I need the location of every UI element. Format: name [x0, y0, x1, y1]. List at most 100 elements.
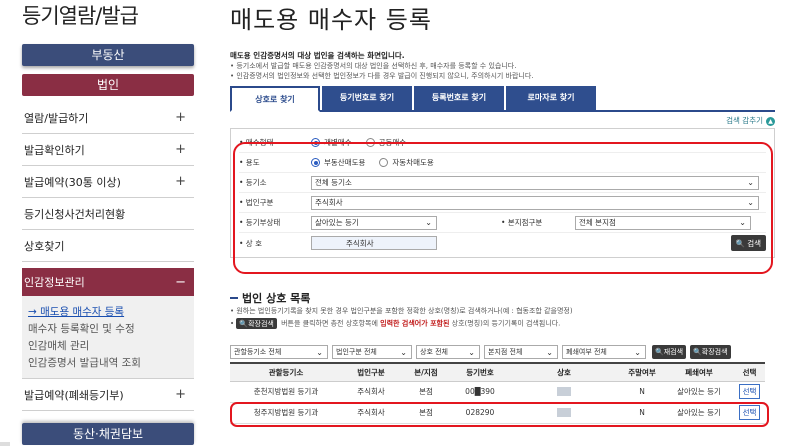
cell-weekend: N — [620, 402, 664, 424]
sidebar-item-view-issue[interactable]: 열람/발급하기 + — [22, 102, 194, 134]
sidebar-item-label: 발급예약(30통 이상) — [24, 175, 121, 189]
select-value: 본지점 전체 — [488, 348, 523, 356]
trade-name-input[interactable]: 주식회사 — [311, 236, 437, 250]
section-title: 등기열람/발급 — [22, 4, 139, 28]
search-icon: 🔍 — [239, 319, 249, 328]
column-header: 등기번호 — [452, 362, 508, 382]
radio-empty-icon — [379, 158, 389, 167]
radio-vehicle[interactable]: 자동차매도용 — [379, 157, 434, 168]
radio-empty-icon — [365, 138, 375, 147]
radio-label: 자동차매도용 — [392, 158, 434, 167]
filter-trade-name[interactable]: 상호 전체 ⌄ — [416, 345, 480, 359]
sidebar-item-issue-check[interactable]: 발급확인하기 + — [22, 134, 194, 166]
chevron-down-icon: ⌄ — [747, 198, 754, 207]
sidebar-menu: 열람/발급하기 + 발급확인하기 + 발급예약(30통 이상) + 등기신청사건처리현… — [22, 102, 194, 411]
sidebar-item-seal-info[interactable]: 인감정보관리 − — [22, 268, 194, 296]
submenu-item-issue-history[interactable]: 인감증명서 발급내역 조회 — [28, 355, 188, 372]
tab-trade-name[interactable]: 상호로 찾기 — [230, 86, 320, 112]
registry-status-select[interactable]: 살아있는 등기 ⌄ — [311, 215, 437, 230]
search-toggle-label: 검색 감추기 — [726, 116, 763, 125]
sidebar-item-issue-reservation[interactable]: 발급예약(30통 이상) + — [22, 166, 194, 198]
intro-title: 매도용 인감증명서의 대상 법인을 검색하는 화면입니다. — [230, 51, 405, 60]
radio-individual[interactable]: 개별매수 — [311, 137, 352, 148]
corp-type-select[interactable]: 주식회사 ⌄ — [311, 195, 759, 210]
cell-corp-type: 주식회사 — [342, 402, 400, 424]
tab-roman[interactable]: 로마자로 찾기 — [506, 86, 596, 110]
select-value: 주식회사 — [315, 198, 343, 207]
expand-button-label: 확장검색 — [248, 319, 274, 328]
column-header: 관할등기소 — [230, 362, 342, 382]
section-bar-icon — [230, 297, 238, 299]
redacted-block — [557, 408, 571, 418]
column-header: 법인구분 — [342, 362, 400, 382]
plus-icon: + — [175, 387, 186, 402]
filter-closed[interactable]: 폐쇄여부 전체 ⌄ — [562, 345, 646, 359]
registry-office-select[interactable]: 전체 등기소 ⌄ — [311, 175, 759, 190]
sidebar-button-real-estate[interactable]: 부동산 — [22, 44, 194, 66]
submenu-item-buyer-check[interactable]: 매수자 등록확인 및 수정 — [28, 321, 188, 338]
search-toggle[interactable]: 검색 감추기 ▲ — [230, 115, 775, 126]
search-button[interactable]: 🔍 검색 — [730, 235, 766, 251]
column-header: 폐쇄여부 — [664, 362, 734, 382]
cell-select: 선택 — [734, 381, 765, 403]
sidebar-button-corporation[interactable]: 법인 — [22, 74, 194, 96]
submenu-item-seal-media[interactable]: 인감매체 관리 — [28, 338, 188, 355]
cell-status: 살아있는 등기 — [664, 402, 734, 424]
plus-icon: + — [175, 110, 186, 125]
sidebar-item-closed-reservation[interactable]: 발급예약(폐쇄등기부) + — [22, 379, 194, 411]
expand-search-button[interactable]: 🔍 확장검색 — [690, 345, 731, 359]
radio-label: 공동매수 — [378, 138, 407, 147]
expand-search-button-label: 확장검색 — [701, 348, 728, 356]
select-value: 상호 전체 — [420, 348, 448, 356]
chevron-down-icon: ⌄ — [316, 347, 323, 357]
select-value: 전체 본지점 — [579, 218, 616, 227]
radio-selected-icon — [311, 158, 320, 167]
filter-branch[interactable]: 본지점 전체 ⌄ — [484, 345, 558, 359]
table-row: 청주지방법원 등기과 주식회사 본점 028290 N 살아있는 등기 선택 — [230, 402, 765, 424]
cell-office: 춘천지방법원 등기과 — [230, 381, 342, 403]
expand-search-inline-button[interactable]: 🔍 확장검색 — [236, 318, 277, 329]
chevron-down-icon: ⌄ — [425, 218, 432, 227]
sidebar-item-label: 발급확인하기 — [24, 143, 85, 157]
filter-corp-type[interactable]: 법인구분 전체 ⌄ — [332, 345, 412, 359]
cell-branch: 본점 — [400, 381, 452, 403]
chevron-down-icon: ⌄ — [468, 347, 475, 357]
main-content: 매도용 인감증명서의 대상 법인을 검색하는 화면입니다. • 등기소에서 발급… — [230, 50, 775, 258]
column-header: 본/지점 — [400, 362, 452, 382]
tab-registry-number[interactable]: 등기번호로 찾기 — [322, 86, 412, 110]
results-note-1: • 원하는 법인등기기록을 찾지 못한 경우 법인구분을 포함한 정확한 상호(… — [230, 307, 573, 315]
research-button-label: 재검색 — [663, 348, 684, 356]
intro-line: • 인감증명서의 법인정보와 선택한 법인정보가 다를 경우 발급이 진행되지 … — [230, 72, 534, 80]
chevron-down-icon: ⌄ — [400, 347, 407, 357]
select-button[interactable]: 선택 — [738, 405, 761, 420]
select-value: 전체 등기소 — [315, 178, 352, 187]
submenu-item-buyer-register[interactable]: → 매도용 매수자 등록 — [28, 304, 188, 321]
cell-corp-type: 주식회사 — [342, 381, 400, 403]
column-header: 선택 — [734, 362, 765, 382]
filter-office[interactable]: 관할등기소 전체 ⌄ — [230, 345, 328, 359]
select-value: 법인구분 전체 — [336, 348, 377, 356]
redacted-block — [557, 387, 571, 397]
sidebar-button-movables[interactable]: 동산·채권담보 — [22, 423, 194, 445]
select-button[interactable]: 선택 — [738, 384, 761, 399]
tab-registration-number[interactable]: 등록번호로 찾기 — [414, 86, 504, 110]
radio-joint[interactable]: 공동매수 — [365, 137, 407, 148]
branch-type-select[interactable]: 전체 본지점 ⌄ — [575, 215, 751, 230]
chevron-down-icon: ⌄ — [546, 347, 553, 357]
results-note-2: • 🔍 확장검색 버튼을 클릭하면 총전 상호항목에 입력한 검색어가 포함된 상… — [230, 318, 560, 329]
page-title: 매도용 매수자 등록 — [230, 6, 432, 34]
note-text: 상호(명칭)의 등기기록이 검색됩니다. — [451, 319, 561, 328]
radio-real-estate[interactable]: 부동산매도용 — [311, 157, 365, 168]
result-filter-row: 관할등기소 전체 ⌄ 법인구분 전체 ⌄ 상호 전체 ⌄ 본지점 전체 ⌄ 폐쇄여부 전… — [230, 344, 790, 360]
cell-office: 청주지방법원 등기과 — [230, 402, 342, 424]
research-button[interactable]: 🔍 재검색 — [652, 345, 687, 359]
sidebar-item-trade-name-search[interactable]: 상호찾기 — [22, 230, 194, 262]
results-title-text: 법인 상호 목록 — [242, 292, 311, 305]
sidebar-item-label: 열람/발급하기 — [24, 111, 89, 125]
select-value: 폐쇄여부 전체 — [566, 348, 607, 356]
column-header: 주말여부 — [620, 362, 664, 382]
sidebar-item-case-status[interactable]: 등기신청사건처리현황 — [22, 198, 194, 230]
search-tabs: 상호로 찾기 등기번호로 찾기 등록번호로 찾기 로마자로 찾기 — [230, 86, 775, 112]
table-row: 춘천지방법원 등기과 주식회사 본점 00█390 N 살아있는 등기 선택 — [230, 381, 765, 403]
note-highlight: 입력한 검색어가 포함된 — [380, 319, 450, 328]
